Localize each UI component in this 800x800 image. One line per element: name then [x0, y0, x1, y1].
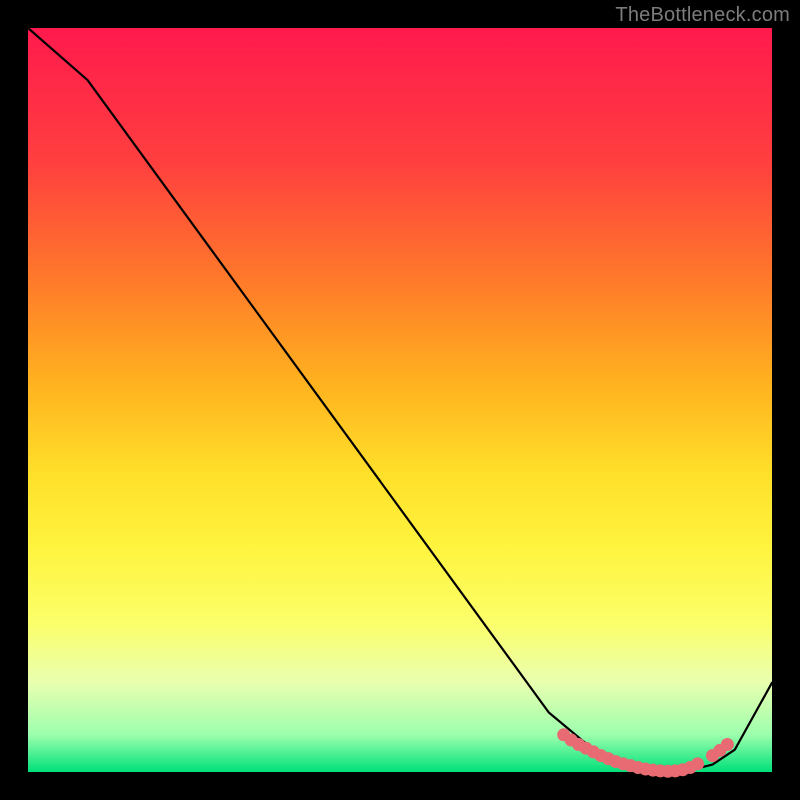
marker-dots: [557, 728, 734, 777]
watermark-text: TheBottleneck.com: [615, 4, 790, 27]
marker-dot: [721, 738, 734, 751]
chart-stage: TheBottleneck.com: [0, 0, 800, 800]
chart-overlay: [28, 28, 772, 772]
marker-dot: [691, 757, 704, 770]
curve-line: [28, 28, 772, 772]
curve-path: [28, 28, 772, 772]
